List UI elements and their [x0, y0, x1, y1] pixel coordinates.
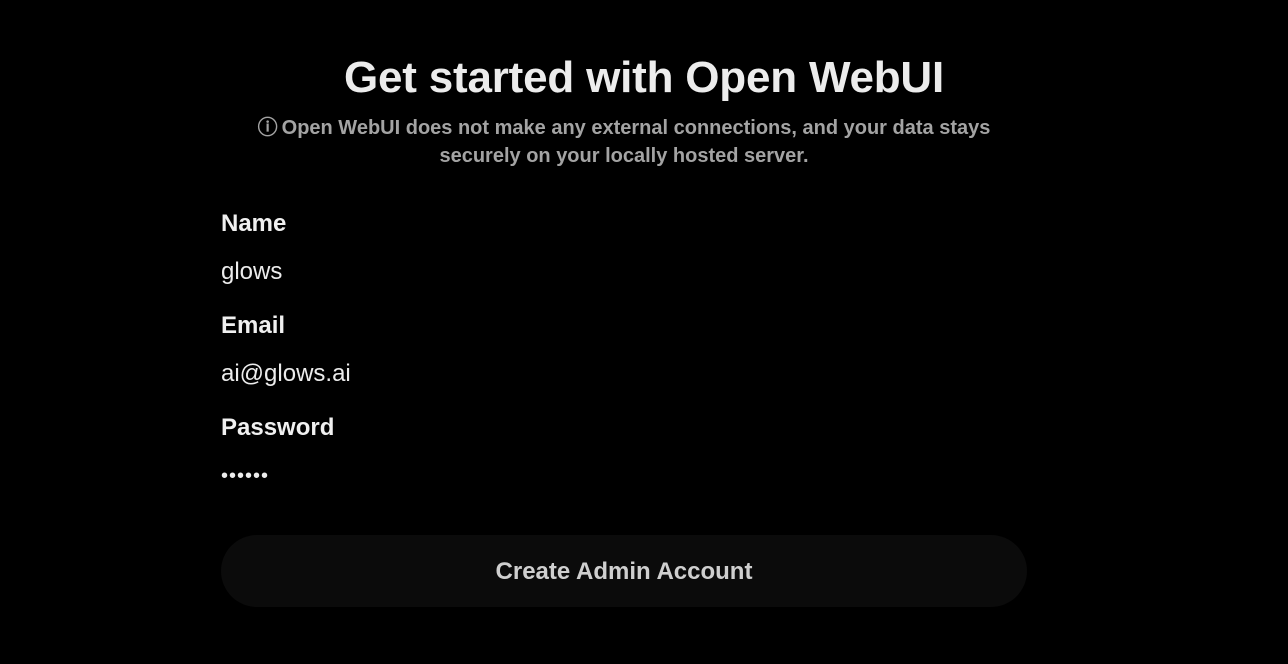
privacy-notice-text: Open WebUI does not make any external co… [281, 117, 991, 167]
page-title: Get started with Open WebUI [343, 53, 945, 102]
email-input[interactable]: ai@glows.ai [221, 357, 1027, 391]
privacy-notice: ⓘ Open WebUI does not make any external c… [244, 114, 1004, 170]
name-input[interactable]: glows [221, 255, 1027, 289]
password-input[interactable]: •••••• [221, 459, 1027, 493]
password-field: Password •••••• [221, 413, 1027, 493]
email-field: Email ai@glows.ai [221, 311, 1027, 391]
create-admin-account-button[interactable]: Create Admin Account [221, 535, 1027, 607]
password-label: Password [221, 414, 335, 441]
email-label: Email [221, 312, 286, 339]
name-field: Name glows [221, 209, 1027, 289]
name-label: Name [221, 210, 287, 237]
info-icon: ⓘ [257, 117, 278, 139]
